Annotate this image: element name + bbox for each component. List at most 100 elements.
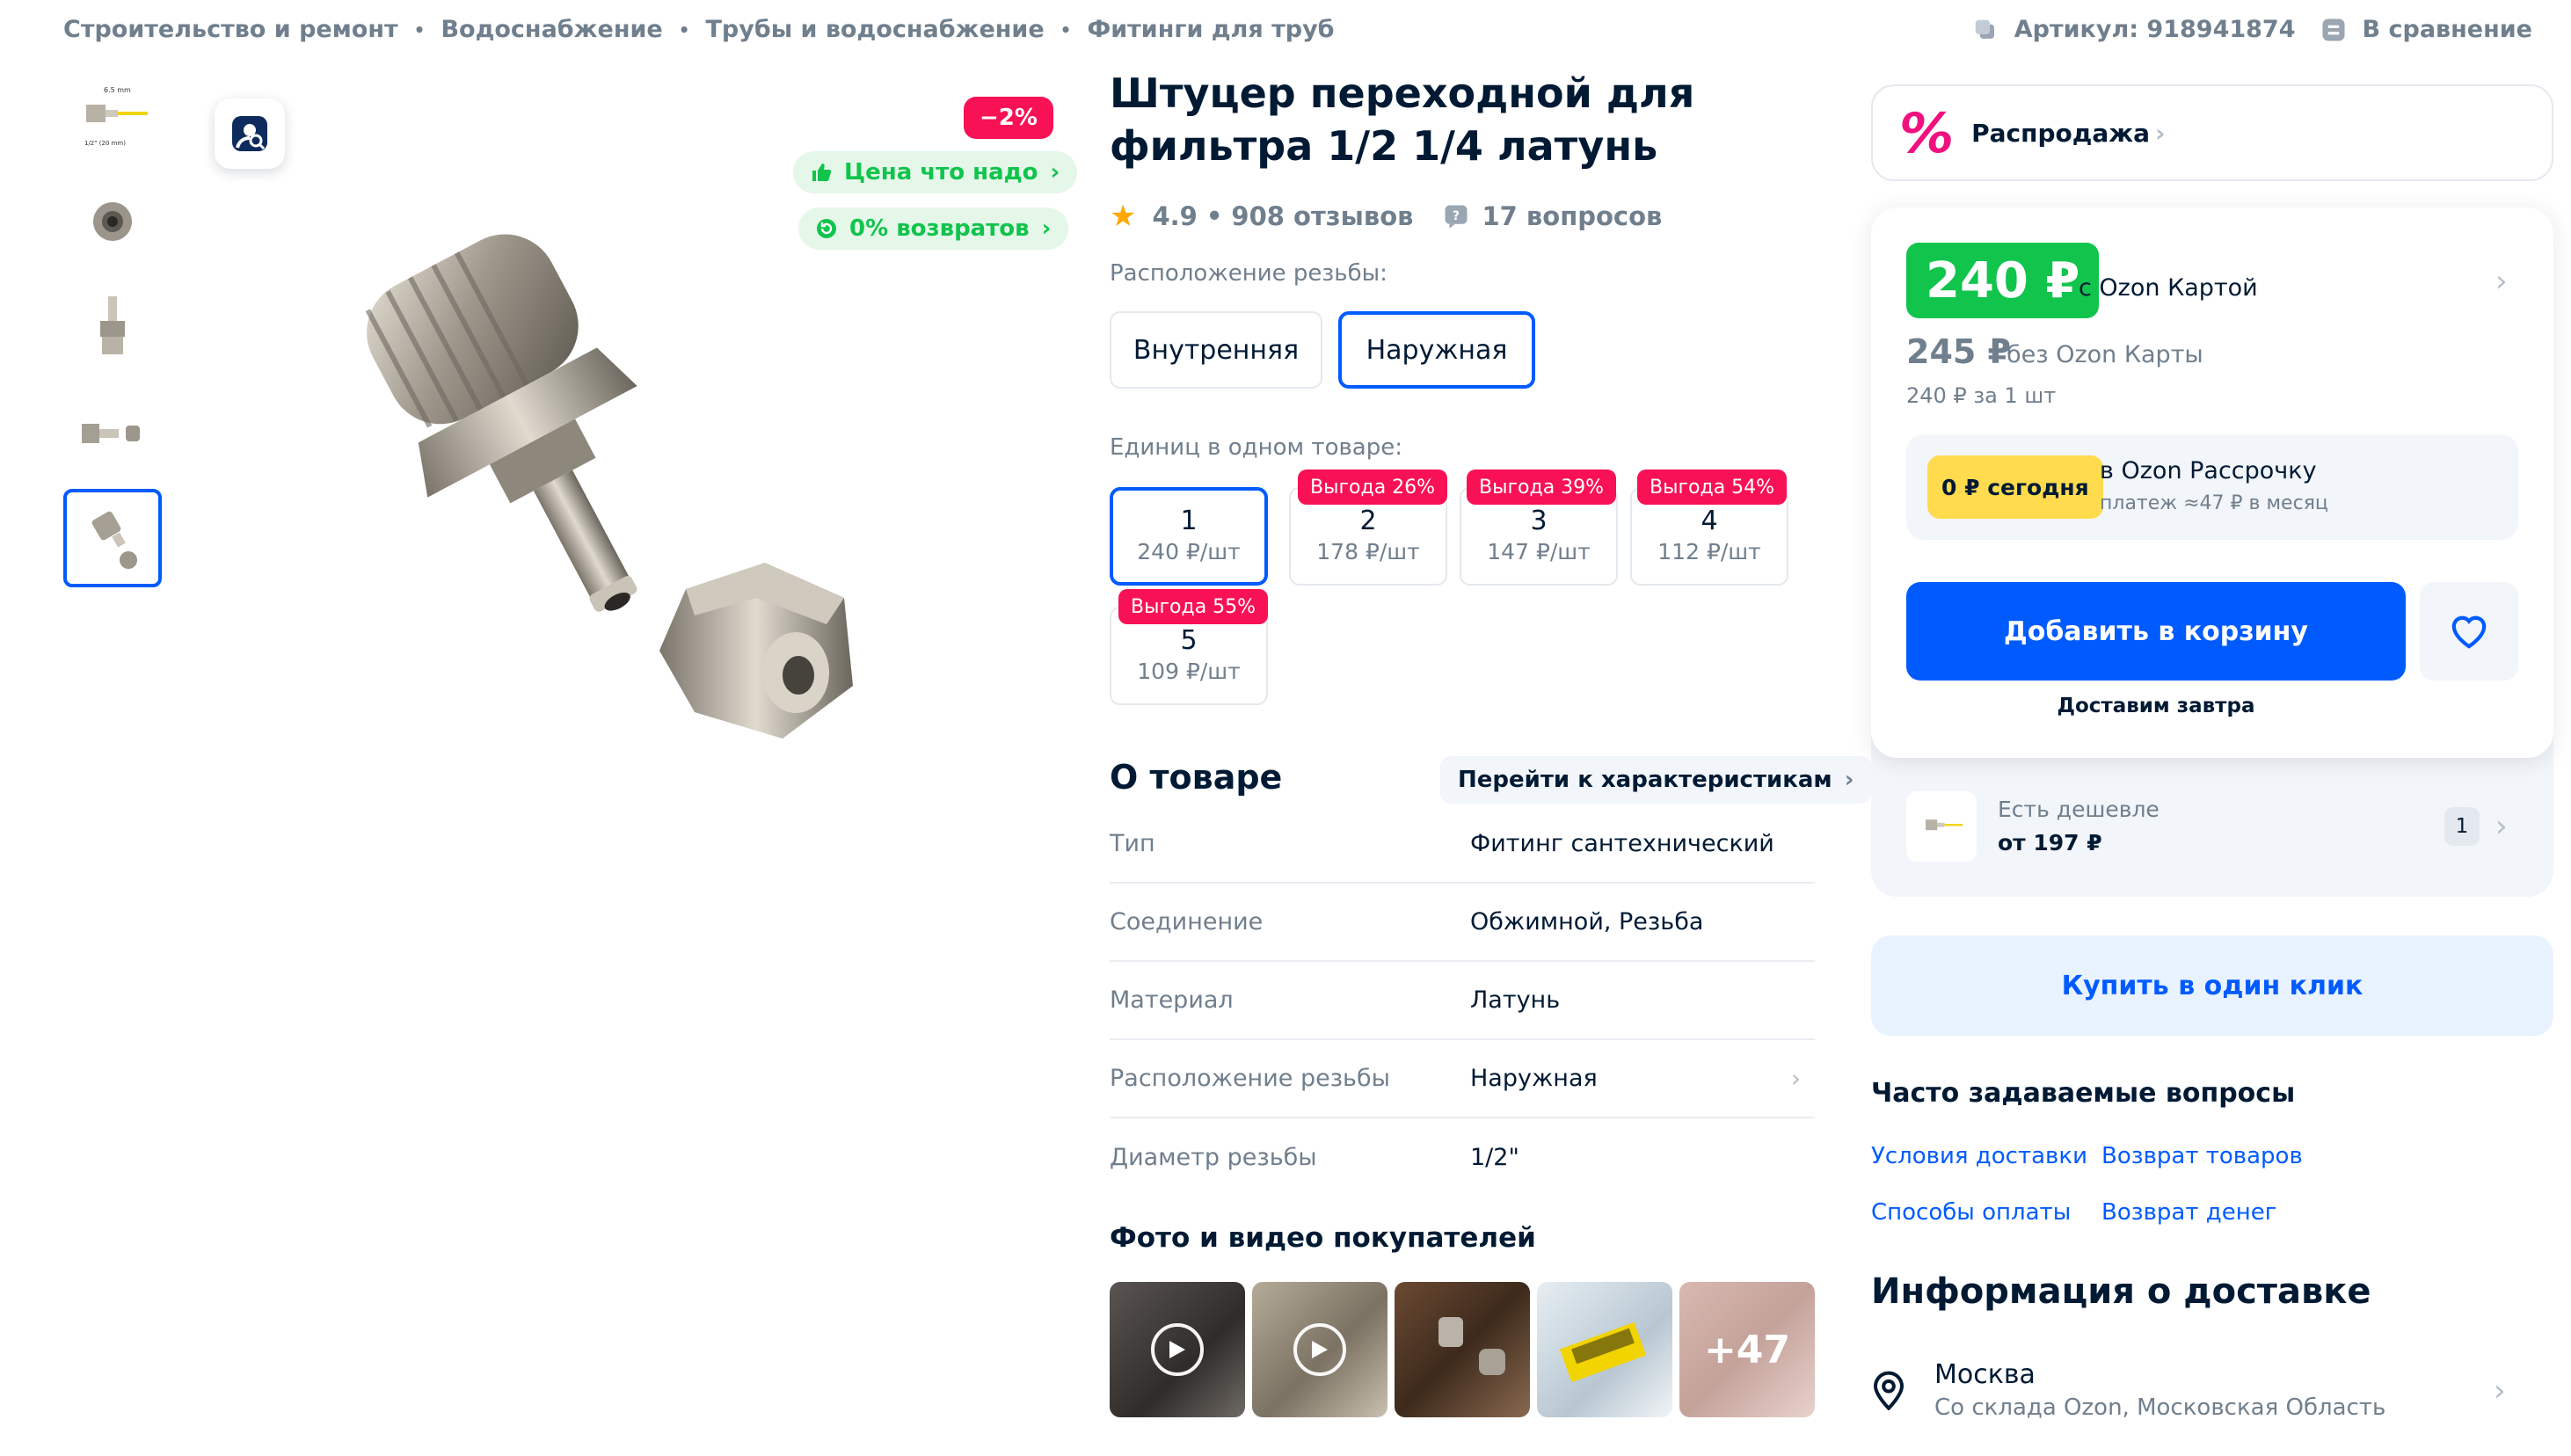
unit-count: 2 xyxy=(1359,506,1377,536)
rating-row[interactable]: ★ 4.9 • 908 отзывов ? 17 вопросов xyxy=(1110,199,1662,234)
questions-link[interactable]: 17 вопросов xyxy=(1482,201,1662,231)
thumbnail-4[interactable] xyxy=(63,383,162,482)
delivery-location[interactable]: Москва Со склада Ozon, Московская Област… xyxy=(1871,1359,2553,1430)
thumbs-up-icon xyxy=(812,164,832,181)
product-title: Штуцер переходной для фильтра 1/2 1/4 ла… xyxy=(1110,69,1695,170)
chevron-right-icon: › xyxy=(2494,1373,2506,1409)
thumbnail-3[interactable] xyxy=(63,278,162,376)
question-icon: ? xyxy=(1445,205,1468,229)
spec-row: Материал Латунь xyxy=(1110,962,1815,1040)
buy-one-click-button[interactable]: Купить в один клик xyxy=(1871,935,2553,1036)
faq-link-delivery-terms[interactable]: Условия доставки xyxy=(1871,1143,2087,1169)
unit-count: 1 xyxy=(1180,506,1198,536)
customer-photo-3[interactable] xyxy=(1395,1282,1530,1417)
faq-link-returns[interactable]: Возврат товаров xyxy=(2101,1143,2303,1169)
breadcrumb-item[interactable]: Водоснабжение xyxy=(441,16,662,43)
unit-price: 240 ₽/шт xyxy=(1137,539,1241,564)
spec-row: Диаметр резьбы 1/2" xyxy=(1110,1118,1815,1197)
good-price-label: Цена что надо xyxy=(844,159,1038,186)
compare-icon[interactable] xyxy=(2320,17,2347,43)
breadcrumb-item[interactable]: Трубы и водоснабжение xyxy=(706,16,1045,43)
reviews-link[interactable]: 908 отзывов xyxy=(1231,201,1413,231)
returns-badge[interactable]: 0% возвратов › xyxy=(798,207,1069,250)
fitting-dimension-image xyxy=(1926,819,1963,831)
breadcrumb: Строительство и ремонт • Водоснабжение •… xyxy=(63,16,1335,43)
regular-price: 245 ₽ xyxy=(1906,332,2011,371)
chevron-right-icon: › xyxy=(2155,118,2166,148)
customer-photo-4[interactable] xyxy=(1537,1282,1672,1417)
main-product-image[interactable] xyxy=(317,176,897,809)
cheaper-label[interactable]: Есть дешевле xyxy=(1998,797,2159,822)
unit-price: 112 ₽/шт xyxy=(1657,539,1761,564)
thumbnail-1[interactable]: 6.5 mm 1/2" (20 mm) xyxy=(63,67,162,165)
thread-option-external[interactable]: Наружная xyxy=(1338,311,1535,389)
compare-button[interactable]: В сравнение xyxy=(2363,16,2532,43)
spec-key: Материал xyxy=(1110,986,1234,1014)
unit-price: 147 ₽/шт xyxy=(1487,539,1591,564)
savings-badge: Выгода 39% xyxy=(1467,470,1617,505)
savings-badge: Выгода 55% xyxy=(1118,589,1269,624)
sale-banner[interactable]: % Распродажа › xyxy=(1871,84,2553,181)
cheaper-count: 1 xyxy=(2444,807,2480,846)
savings-badge: Выгода 54% xyxy=(1637,470,1788,505)
price-per-unit: 240 ₽ за 1 шт xyxy=(1906,383,2057,408)
fitting-dimension-image: 6.5 mm 1/2" (20 mm) xyxy=(84,86,148,147)
spec-row-link[interactable]: Расположение резьбы Наружная › xyxy=(1110,1040,1815,1118)
unit-option-1[interactable]: 1 240 ₽/шт xyxy=(1110,487,1268,586)
breadcrumb-item[interactable]: Строительство и ремонт xyxy=(63,16,398,43)
fitting-image xyxy=(100,296,125,354)
discount-badge: −2% xyxy=(964,97,1053,139)
customer-video-1[interactable] xyxy=(1110,1282,1245,1417)
card-price-badge[interactable]: 240 ₽ xyxy=(1906,243,2100,318)
chevron-right-icon: › xyxy=(1041,215,1052,242)
regular-price-label: без Ozon Карты xyxy=(2007,341,2203,368)
sku-label[interactable]: Артикул: 918941874 xyxy=(2014,16,2296,43)
play-icon xyxy=(1151,1323,1204,1376)
chevron-right-icon: › xyxy=(1050,159,1060,186)
installment-badge: 0 ₽ сегодня xyxy=(1927,455,2103,519)
rating-value: 4.9 xyxy=(1152,201,1198,231)
installment-subtitle: платеж ≈47 ₽ в месяц xyxy=(2100,492,2328,514)
svg-text:?: ? xyxy=(1453,209,1460,223)
card-price-label: с Ozon Картой xyxy=(2079,274,2258,302)
breadcrumb-item[interactable]: Фитинги для труб xyxy=(1087,16,1334,43)
star-icon: ★ xyxy=(1110,199,1137,234)
customer-photos-more[interactable]: +47 xyxy=(1679,1282,1815,1417)
breadcrumb-separator: • xyxy=(1060,18,1072,40)
unit-count: 4 xyxy=(1701,506,1718,536)
sale-label: Распродажа xyxy=(1971,118,2151,148)
spec-key: Соединение xyxy=(1110,908,1264,935)
faq-link-refund[interactable]: Возврат денег xyxy=(2101,1199,2276,1226)
about-title: О товаре xyxy=(1110,758,1283,797)
spec-key: Расположение резьбы xyxy=(1110,1065,1390,1092)
unit-count: 3 xyxy=(1530,506,1548,536)
play-icon xyxy=(1293,1323,1346,1376)
svg-text:6.5 mm: 6.5 mm xyxy=(104,86,131,94)
spec-key: Тип xyxy=(1110,830,1155,857)
thumbnail-2[interactable] xyxy=(63,172,162,271)
spec-value: Обжимной, Резьба xyxy=(1470,908,1704,935)
thread-position-label: Расположение резьбы: xyxy=(1110,260,1387,287)
thread-option-internal[interactable]: Внутренняя xyxy=(1110,311,1322,389)
customer-video-2[interactable] xyxy=(1252,1282,1387,1417)
savings-badge: Выгода 26% xyxy=(1298,470,1448,505)
fitting-photo xyxy=(365,234,853,739)
copy-icon[interactable] xyxy=(1972,17,1999,43)
go-to-specs-button[interactable]: Перейти к характеристикам › xyxy=(1440,756,1872,804)
chevron-right-icon[interactable]: › xyxy=(2495,264,2508,299)
faq-link-payment[interactable]: Способы оплаты xyxy=(1871,1199,2071,1226)
spec-value: Фитинг сантехнический xyxy=(1470,830,1774,857)
faq-title: Часто задаваемые вопросы xyxy=(1871,1078,2296,1109)
image-search-button[interactable] xyxy=(215,98,285,169)
add-to-cart-button[interactable]: Добавить в корзину xyxy=(1906,582,2406,681)
heart-icon xyxy=(2451,615,2487,649)
thumbnail-5-selected[interactable] xyxy=(63,489,162,587)
chevron-right-icon[interactable]: › xyxy=(2495,809,2508,844)
cheaper-offer-thumbnail[interactable] xyxy=(1906,791,1977,862)
location-pin-icon xyxy=(1873,1371,1905,1410)
good-price-badge[interactable]: Цена что надо › xyxy=(793,151,1078,193)
cheaper-price[interactable]: от 197 ₽ xyxy=(1998,830,2102,855)
favorite-button[interactable] xyxy=(2420,582,2518,681)
spec-value: Латунь xyxy=(1470,986,1561,1014)
image-search-icon xyxy=(232,116,267,151)
